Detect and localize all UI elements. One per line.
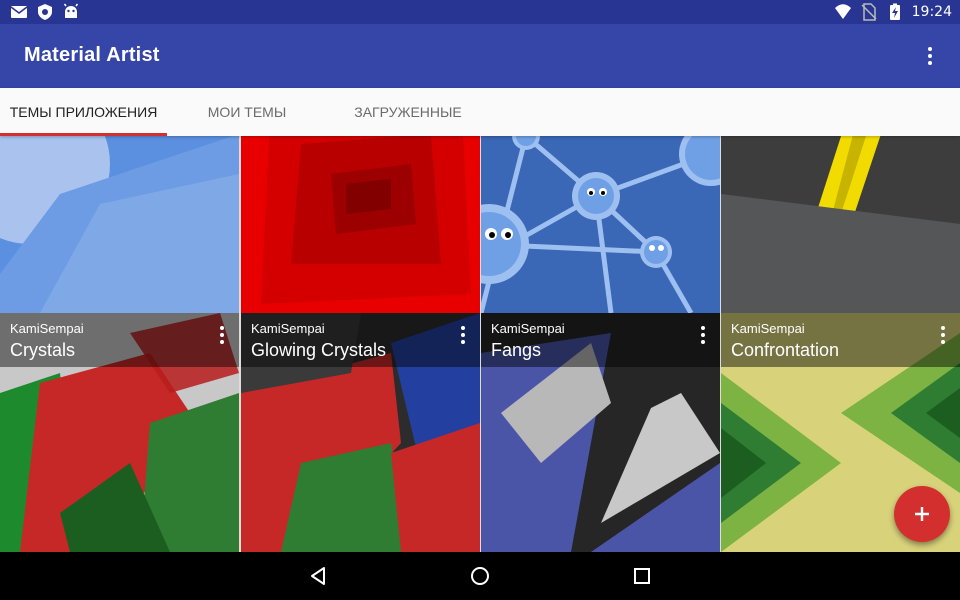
battery-charging-icon (889, 3, 900, 20)
theme-author: KamiSempai (731, 321, 805, 336)
theme-card[interactable]: KamiSempai Glowing Crystals (241, 313, 480, 552)
no-sim-icon (861, 3, 877, 21)
app-title: Material Artist (24, 44, 160, 66)
theme-author: KamiSempai (251, 321, 325, 336)
more-vert-icon[interactable] (918, 44, 942, 68)
android-icon (63, 3, 79, 18)
theme-name: Crystals (10, 340, 76, 360)
more-vert-icon[interactable] (460, 325, 466, 345)
theme-preview-tile[interactable] (481, 136, 720, 313)
tab-bar: ТЕМЫ ПРИЛОЖЕНИЯ МОИ ТЕМЫ ЗАГРУЖЕННЫЕ (0, 88, 960, 136)
shield-icon (38, 4, 52, 20)
theme-name: Fangs (491, 340, 542, 360)
system-nav-bar (0, 552, 960, 600)
tab-indicator (0, 133, 167, 136)
recents-icon[interactable] (630, 564, 654, 588)
status-bar: 19:24 (0, 0, 960, 24)
tab-my-themes[interactable]: МОИ ТЕМЫ (180, 88, 314, 136)
preview-image (721, 136, 960, 313)
theme-name: Confrontation (731, 340, 840, 360)
theme-author: KamiSempai (491, 321, 565, 336)
tab-label: ТЕМЫ ПРИЛОЖЕНИЯ (9, 104, 158, 120)
more-vert-icon[interactable] (700, 325, 706, 345)
tab-downloaded[interactable]: ЗАГРУЖЕННЫЕ (338, 88, 478, 136)
add-icon (915, 507, 929, 521)
status-time: 19:24 (911, 4, 952, 20)
preview-image (481, 136, 720, 313)
theme-name: Glowing Crystals (251, 340, 387, 360)
back-icon[interactable] (306, 564, 330, 588)
wifi-icon (834, 4, 851, 19)
preview-image (241, 136, 480, 313)
theme-preview-tile[interactable] (0, 136, 239, 313)
tab-label: ЗАГРУЖЕННЫЕ (354, 104, 462, 120)
more-vert-icon[interactable] (940, 325, 946, 345)
theme-author: KamiSempai (10, 321, 84, 336)
app-bar: Material Artist (0, 24, 960, 88)
theme-grid: KamiSempai Crystals KamiSempai Glowing C… (0, 136, 960, 552)
theme-preview-tile[interactable] (241, 136, 480, 313)
tab-app-themes[interactable]: ТЕМЫ ПРИЛОЖЕНИЯ (0, 88, 167, 136)
theme-card[interactable]: KamiSempai Crystals (0, 313, 239, 552)
tab-label: МОИ ТЕМЫ (207, 104, 287, 120)
mail-icon (10, 6, 28, 18)
home-icon[interactable] (468, 564, 492, 588)
theme-preview-tile[interactable] (721, 136, 960, 313)
add-theme-fab[interactable] (894, 486, 950, 542)
more-vert-icon[interactable] (219, 325, 225, 345)
preview-image (0, 136, 239, 313)
theme-card[interactable]: KamiSempai Fangs (481, 313, 720, 552)
